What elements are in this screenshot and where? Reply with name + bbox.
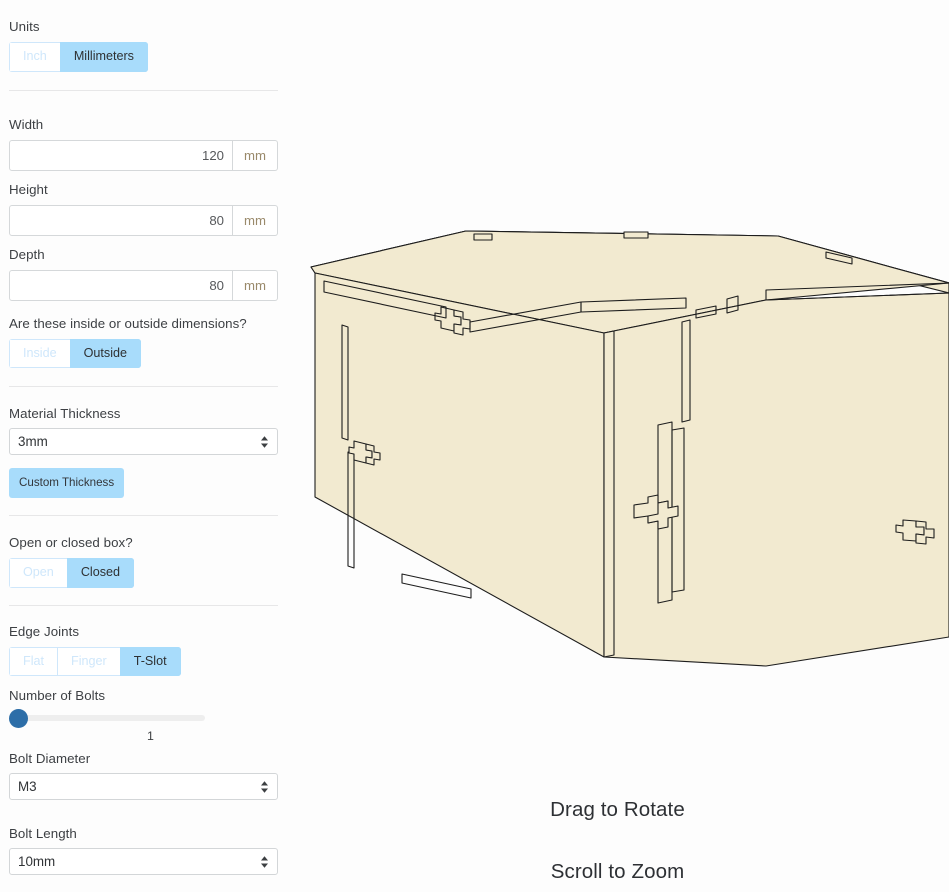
units-option-millimeters[interactable]: Millimeters xyxy=(59,42,148,72)
dimension-mode-option-inside[interactable]: Inside xyxy=(9,338,70,369)
box-preview-viewer[interactable]: Drag to Rotate Scroll to Zoom xyxy=(286,0,949,892)
box-panel-right xyxy=(603,292,949,667)
depth-unit-suffix: mm xyxy=(233,269,278,301)
bolt-diameter-select-wrap[interactable]: M3 xyxy=(9,773,278,801)
bolts-label: Number of Bolts xyxy=(9,688,106,704)
custom-thickness-button[interactable]: Custom Thickness xyxy=(9,468,125,499)
height-label: Height xyxy=(9,181,48,197)
dimension-mode-toggle-group[interactable]: Inside Outside xyxy=(9,338,142,369)
edge-joints-label: Edge Joints xyxy=(9,623,80,639)
material-thickness-select[interactable]: 3mm xyxy=(9,428,278,456)
width-unit-suffix: mm xyxy=(233,139,278,171)
dimension-mode-label: Are these inside or outside dimensions? xyxy=(9,315,247,331)
bolt-length-select-wrap[interactable]: 10mm xyxy=(9,848,278,876)
bolts-slider-track[interactable] xyxy=(14,715,205,722)
edge-joints-option-flat[interactable]: Flat xyxy=(9,646,57,677)
dimension-mode-option-outside[interactable]: Outside xyxy=(69,338,142,369)
units-label: Units xyxy=(9,19,40,34)
units-option-inch[interactable]: Inch xyxy=(9,42,60,72)
bolt-diameter-select[interactable]: M3 xyxy=(9,773,278,801)
bolts-slider[interactable] xyxy=(9,709,205,729)
box-vertical-edge-right xyxy=(603,330,615,658)
bolts-slider-thumb[interactable] xyxy=(9,709,28,729)
bolt-length-select[interactable]: 10mm xyxy=(9,848,278,876)
edge-joints-toggle-group[interactable]: Flat Finger T-Slot xyxy=(9,646,181,677)
box-designer-app: Units Inch Millimeters Width mm Height m… xyxy=(0,0,949,892)
box-type-toggle-group[interactable]: Open Closed xyxy=(9,558,135,588)
bolts-value: 1 xyxy=(147,729,154,744)
depth-input-row[interactable]: mm xyxy=(9,269,278,301)
depth-input[interactable] xyxy=(9,269,233,301)
width-input[interactable] xyxy=(9,139,233,171)
height-unit-suffix: mm xyxy=(233,204,278,236)
hint-scroll-to-zoom: Scroll to Zoom xyxy=(550,860,685,883)
laser-cut-box-3d-preview[interactable] xyxy=(286,0,949,892)
height-input[interactable] xyxy=(9,204,233,236)
hint-drag-to-rotate: Drag to Rotate xyxy=(550,798,685,821)
material-thickness-select-wrap[interactable]: 3mm xyxy=(9,428,278,456)
bolt-diameter-label: Bolt Diameter xyxy=(9,751,91,767)
material-thickness-label: Material Thickness xyxy=(9,406,121,422)
lid-tab-back-2 xyxy=(623,231,649,239)
edge-joints-option-finger[interactable]: Finger xyxy=(57,646,120,677)
height-input-row[interactable]: mm xyxy=(9,204,278,236)
width-input-row[interactable]: mm xyxy=(9,139,278,171)
depth-label: Depth xyxy=(9,246,45,262)
settings-sidebar: Units Inch Millimeters Width mm Height m… xyxy=(0,0,286,892)
box-type-option-closed[interactable]: Closed xyxy=(66,558,135,588)
lid-tab-back-1 xyxy=(473,233,493,241)
bolt-length-label: Bolt Length xyxy=(9,826,77,842)
box-type-label: Open or closed box? xyxy=(9,535,133,551)
units-toggle-group[interactable]: Inch Millimeters xyxy=(9,42,148,72)
edge-joints-option-tslot[interactable]: T-Slot xyxy=(119,646,181,677)
width-label: Width xyxy=(9,116,44,132)
box-type-option-open[interactable]: Open xyxy=(9,558,67,588)
